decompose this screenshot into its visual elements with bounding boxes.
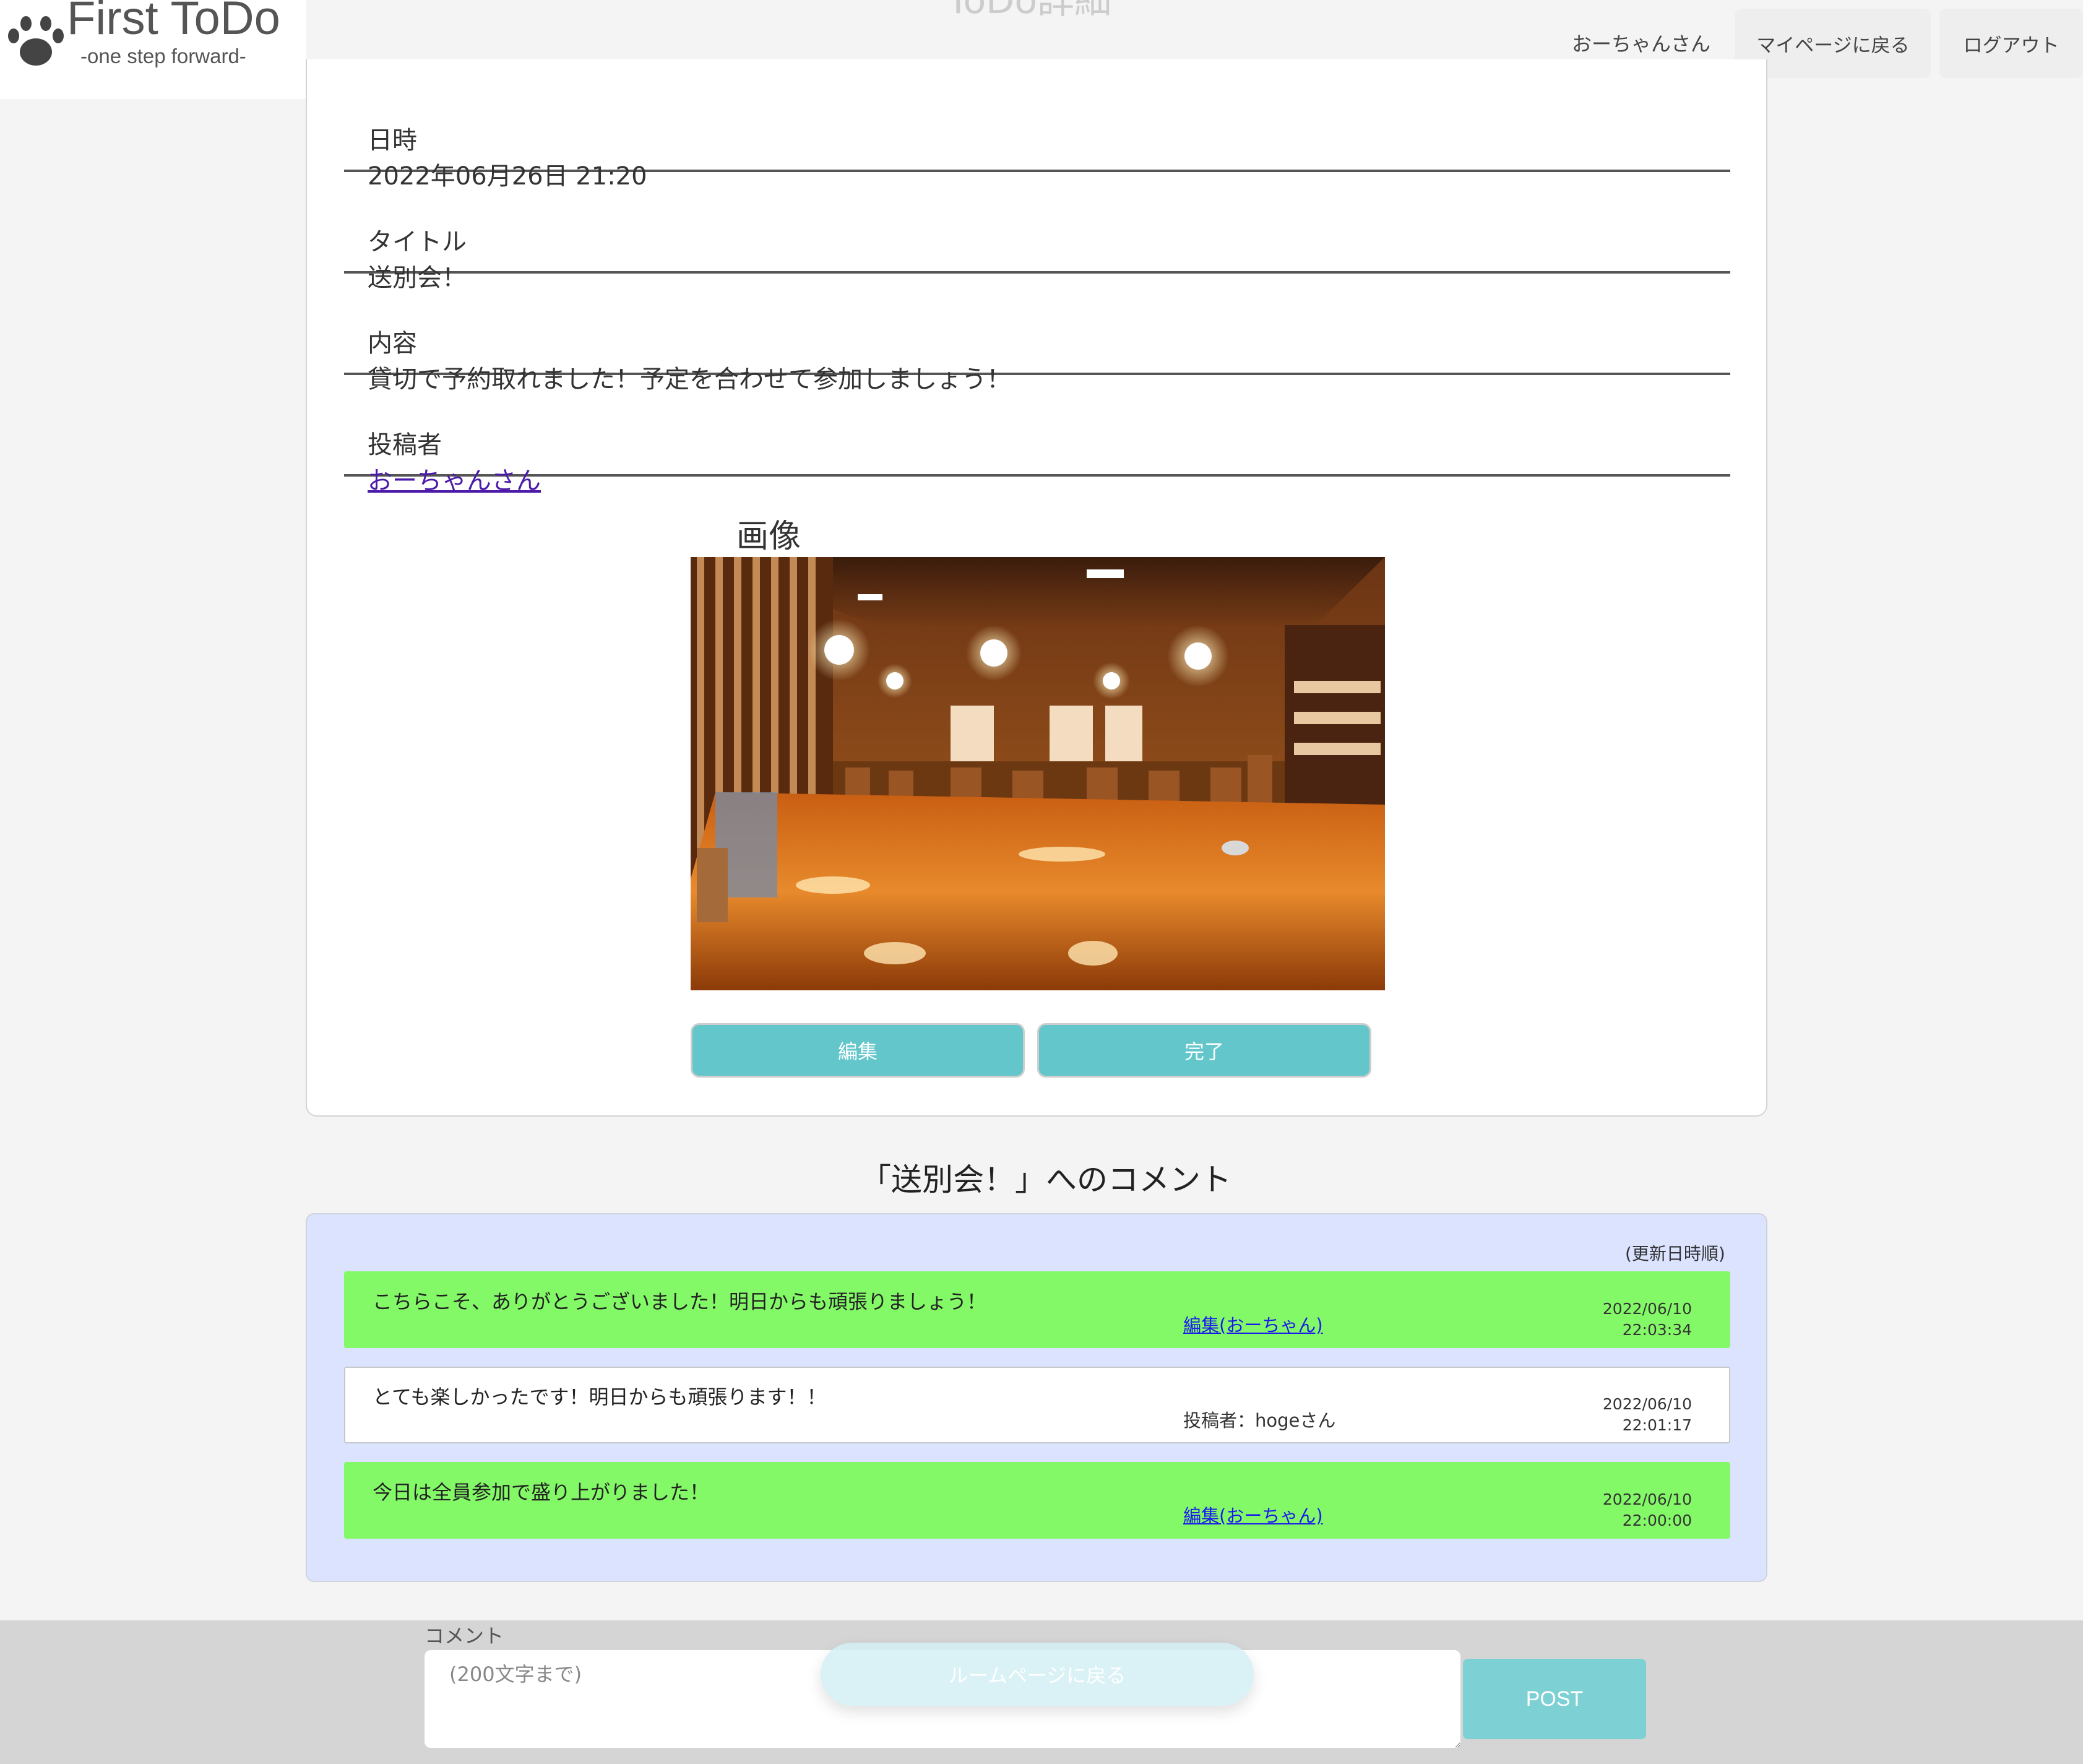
poster-field: 投稿者 おーちゃんさん xyxy=(344,376,1730,495)
comment-time: 22:00:00 xyxy=(1622,1511,1692,1529)
comment-time: 22:01:17 xyxy=(1622,1416,1692,1434)
page-title: ToDo詳細 xyxy=(947,0,1112,22)
todo-image xyxy=(691,557,1385,990)
comment-timestamp: 2022/06/10 22:03:34 xyxy=(1603,1299,1692,1341)
room-page-button[interactable]: ルームページに戻る xyxy=(821,1643,1254,1706)
edit-button[interactable]: 編集 xyxy=(691,1023,1025,1078)
datetime-label: 日時 xyxy=(368,126,417,155)
comment-text: 今日は全員参加で盛り上がりました！ xyxy=(373,1481,710,1504)
comment-text: とても楽しかったです！明日からも頑張ります！！ xyxy=(373,1385,827,1409)
poster-label: 投稿者 xyxy=(368,431,442,459)
comment-time: 22:03:34 xyxy=(1622,1321,1692,1339)
paw-icon xyxy=(8,16,64,66)
comment-item: とても楽しかったです！明日からも頑張ります！！ 投稿者：hogeさん 2022/… xyxy=(344,1367,1730,1443)
comment-edit-link[interactable]: 編集(おーちゃん) xyxy=(1183,1502,1323,1528)
comment-item: 今日は全員参加で盛り上がりました！ 編集(おーちゃん) 2022/06/10 2… xyxy=(344,1462,1730,1539)
comment-date: 2022/06/10 xyxy=(1602,1300,1692,1318)
datetime-field: 日時 2022年06月26日 21:20 xyxy=(344,72,1730,191)
logo-title: First ToDo xyxy=(67,0,280,45)
poster-link[interactable]: おーちゃんさん xyxy=(368,460,541,496)
todo-detail-card: 日時 2022年06月26日 21:20 タイトル 送別会！ 内容 貸切で予約取… xyxy=(306,59,1767,1117)
comment-item: こちらこそ、ありがとうございました！明日からも頑張りましょう！ 編集(おーちゃん… xyxy=(344,1271,1730,1348)
logo[interactable]: First ToDo -one step forward- xyxy=(0,0,306,99)
logout-button[interactable]: ログアウト xyxy=(1939,9,2083,78)
title-field: タイトル 送別会！ xyxy=(344,173,1730,292)
sort-note: (更新日時順) xyxy=(1625,1243,1725,1264)
comment-author: 投稿者：hogeさん xyxy=(1183,1410,1336,1431)
comment-date: 2022/06/10 xyxy=(1602,1490,1692,1508)
comment-edit-link[interactable]: 編集(おーちゃん) xyxy=(1183,1311,1323,1337)
comment-timestamp: 2022/06/10 22:00:00 xyxy=(1603,1489,1692,1531)
comment-date: 2022/06/10 xyxy=(1602,1395,1692,1413)
comment-form: コメント ルームページに戻る POST xyxy=(0,1620,2083,1764)
logo-subtitle: -one step forward- xyxy=(80,45,246,67)
image-label: 画像 xyxy=(736,518,801,555)
comment-text: こちらこそ、ありがとうございました！明日からも頑張りましょう！ xyxy=(373,1290,987,1313)
user-name: おーちゃんさん xyxy=(1572,32,1711,56)
content-field: 内容 貸切で予約取れました！予定を合わせて参加しましょう！ xyxy=(344,275,1730,394)
complete-button[interactable]: 完了 xyxy=(1037,1023,1371,1078)
comment-timestamp: 2022/06/10 22:01:17 xyxy=(1603,1394,1692,1436)
content-label: 内容 xyxy=(368,329,417,358)
comments-panel: (更新日時順) こちらこそ、ありがとうございました！明日からも頑張りましょう！ … xyxy=(306,1213,1767,1582)
post-button[interactable]: POST xyxy=(1463,1659,1646,1739)
comments-heading: 「送別会！」へのコメント xyxy=(860,1162,1231,1198)
comment-label: コメント xyxy=(425,1624,504,1648)
title-label: タイトル xyxy=(368,228,467,256)
